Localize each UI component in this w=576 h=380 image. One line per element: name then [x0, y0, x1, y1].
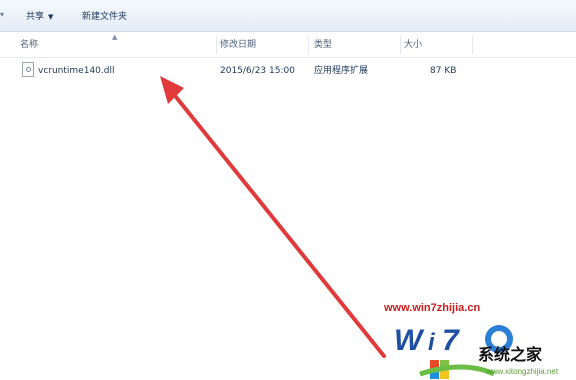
watermark-url: www.win7zhijia.cn	[384, 302, 481, 314]
arrow-shaft	[170, 90, 386, 358]
svg-text:i: i	[428, 329, 436, 356]
svg-text:7: 7	[442, 324, 460, 357]
watermark-sub-url: www.xitongzhijia.net	[486, 367, 559, 376]
watermark-site-name: 系统之家	[478, 345, 543, 364]
svg-text:W: W	[394, 324, 425, 357]
